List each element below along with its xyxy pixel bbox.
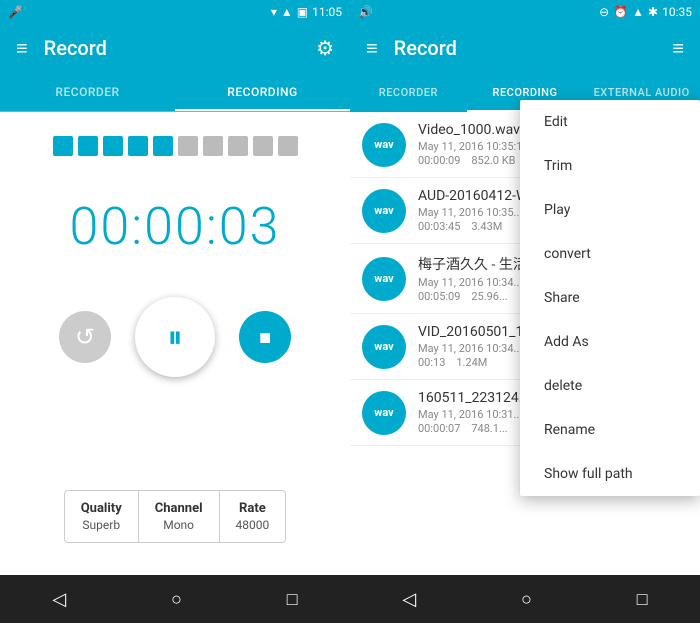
- pause-icon: ⏸: [168, 320, 183, 355]
- context-menu-add-as[interactable]: Add As: [520, 320, 700, 364]
- channel-value: Mono: [155, 518, 203, 532]
- left-tab-recording[interactable]: RECORDING: [175, 72, 350, 111]
- right-block-icon: ⊖: [599, 5, 609, 19]
- reset-button[interactable]: ↺: [59, 311, 111, 363]
- bar-6: [178, 136, 198, 156]
- left-toolbar-title: Record: [44, 36, 316, 60]
- right-volume-icon: 🔊: [358, 5, 373, 19]
- quality-value: Superb: [81, 518, 122, 532]
- left-tab-recorder[interactable]: RECORDER: [0, 72, 175, 111]
- rate-value: 48000: [236, 518, 270, 532]
- right-toolbar: ≡ Record ≡: [350, 24, 700, 72]
- bar-8: [228, 136, 248, 156]
- wav-badge-2: wav: [362, 257, 406, 301]
- right-status-bar: 🔊 ⊖ ⏰ ▲ ✱ 10:35: [350, 0, 700, 24]
- left-time: 11:05: [312, 5, 342, 19]
- context-menu-share[interactable]: Share: [520, 276, 700, 320]
- context-menu-show-full-path[interactable]: Show full path: [520, 452, 700, 496]
- left-toolbar: ≡ Record ⚙: [0, 24, 350, 72]
- right-hamburger-icon[interactable]: ≡: [366, 36, 378, 61]
- left-home-button[interactable]: ○: [151, 581, 202, 618]
- right-tab-recorder[interactable]: RECORDER: [350, 72, 467, 112]
- stop-button[interactable]: ■: [239, 311, 291, 363]
- pause-button[interactable]: ⏸: [135, 297, 215, 377]
- context-menu-trim[interactable]: Trim: [520, 144, 700, 188]
- rate-label: Rate: [236, 501, 270, 516]
- wav-badge-4: wav: [362, 391, 406, 435]
- right-toolbar-title: Record: [394, 36, 673, 60]
- right-bluetooth-icon: ✱: [648, 5, 658, 19]
- right-time: 10:35: [662, 5, 692, 19]
- left-hamburger-icon[interactable]: ≡: [16, 36, 28, 61]
- stop-icon: ■: [259, 325, 271, 350]
- context-menu-play[interactable]: Play: [520, 188, 700, 232]
- reset-icon: ↺: [75, 323, 95, 351]
- right-recents-button[interactable]: □: [617, 581, 668, 618]
- right-back-button[interactable]: ◁: [382, 581, 436, 618]
- wav-badge-3: wav: [362, 325, 406, 369]
- quality-label: Quality: [81, 501, 122, 516]
- microphone-icon: 🎤: [8, 5, 23, 19]
- left-recents-button[interactable]: □: [267, 581, 318, 618]
- bar-10: [278, 136, 298, 156]
- waveform-bars: [53, 136, 298, 156]
- left-tabs: RECORDER RECORDING: [0, 72, 350, 112]
- bar-7: [203, 136, 223, 156]
- recording-controls: ↺ ⏸ ■: [59, 297, 291, 377]
- left-status-right: ▾ ▲ ▣ 11:05: [271, 5, 342, 19]
- wav-badge-0: wav: [362, 123, 406, 167]
- quality-item-channel: Channel Mono: [139, 491, 220, 542]
- right-more-icon[interactable]: ≡: [672, 36, 684, 61]
- context-menu-rename[interactable]: Rename: [520, 408, 700, 452]
- bar-4: [128, 136, 148, 156]
- bar-9: [253, 136, 273, 156]
- context-menu-convert[interactable]: convert: [520, 232, 700, 276]
- quality-item-quality: Quality Superb: [65, 491, 139, 542]
- recording-timer: 00:00:03: [70, 196, 281, 257]
- left-bottom-nav: ◁ ○ □: [0, 575, 350, 623]
- signal-icon: ▲: [281, 5, 293, 19]
- channel-label: Channel: [155, 501, 203, 516]
- left-settings-icon[interactable]: ⚙: [316, 36, 334, 60]
- bar-2: [78, 136, 98, 156]
- left-status-bar: 🎤 ▾ ▲ ▣ 11:05: [0, 0, 350, 24]
- wav-badge-1: wav: [362, 189, 406, 233]
- context-menu-delete[interactable]: delete: [520, 364, 700, 408]
- right-panel: 🔊 ⊖ ⏰ ▲ ✱ 10:35 ≡ Record ≡ RECORDER RECO…: [350, 0, 700, 623]
- right-status-left: 🔊: [358, 5, 373, 19]
- bar-1: [53, 136, 73, 156]
- quality-info: Quality Superb Channel Mono Rate 48000: [64, 490, 287, 543]
- context-menu: Edit Trim Play convert Share Add As dele…: [520, 100, 700, 496]
- right-bottom-nav: ◁ ○ □: [350, 575, 700, 623]
- wifi-icon: ▾: [271, 5, 277, 19]
- recorder-content: 00:00:03 ↺ ⏸ ■ Quality Superb Channel Mo…: [0, 112, 350, 575]
- left-back-button[interactable]: ◁: [32, 581, 86, 618]
- bar-3: [103, 136, 123, 156]
- left-panel: 🎤 ▾ ▲ ▣ 11:05 ≡ Record ⚙ RECORDER RECORD…: [0, 0, 350, 623]
- context-menu-edit[interactable]: Edit: [520, 100, 700, 144]
- battery-icon: ▣: [297, 5, 308, 19]
- bar-5: [153, 136, 173, 156]
- right-alarm-icon: ⏰: [613, 5, 628, 19]
- left-status-left: 🎤: [8, 5, 23, 19]
- right-status-right: ⊖ ⏰ ▲ ✱ 10:35: [599, 5, 692, 19]
- quality-item-rate: Rate 48000: [220, 491, 286, 542]
- right-signal-icon: ▲: [632, 5, 644, 19]
- right-home-button[interactable]: ○: [501, 581, 552, 618]
